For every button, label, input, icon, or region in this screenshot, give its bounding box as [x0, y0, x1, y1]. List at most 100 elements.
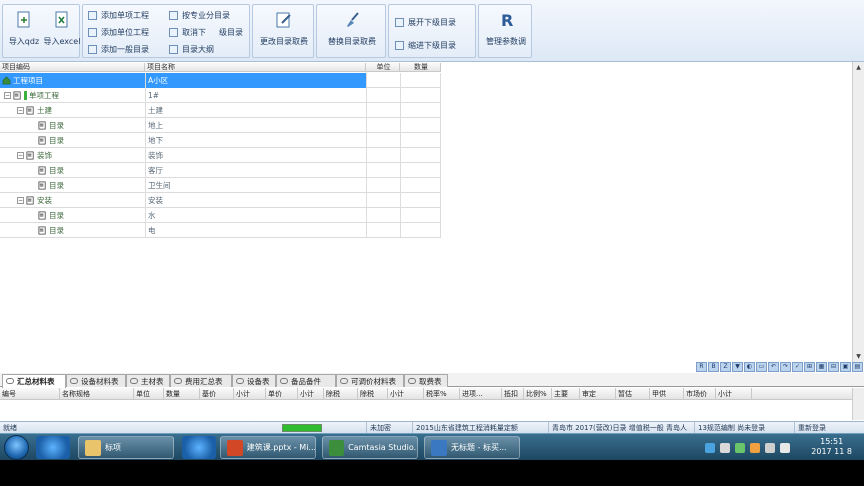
mini-tool-button[interactable]: ▦	[816, 362, 827, 372]
material-column-header[interactable]: 单价	[266, 388, 298, 400]
collapse-toggle-icon[interactable]: −	[17, 197, 24, 204]
material-column-header[interactable]: 市场价	[684, 388, 716, 400]
mini-tool-button[interactable]: ▤	[852, 362, 863, 372]
by-specialty-button[interactable]: 按专业分目录	[169, 8, 230, 22]
material-table-scrollbar[interactable]	[852, 388, 864, 420]
unit-cell[interactable]	[366, 73, 400, 88]
unit-cell[interactable]	[366, 118, 400, 133]
name-cell[interactable]: 装饰	[145, 148, 366, 163]
task-powerpoint[interactable]: 建筑课.pptx - Mi...	[220, 436, 316, 459]
tree-row[interactable]: − 单项工程 1#	[0, 88, 441, 103]
code-cell[interactable]: 目录	[0, 133, 145, 148]
material-column-header[interactable]: 进项...	[460, 388, 502, 400]
material-column-header[interactable]: 甲供	[650, 388, 684, 400]
material-column-header[interactable]: 小计	[716, 388, 752, 400]
scroll-down-icon[interactable]: ▼	[853, 351, 864, 362]
input-method-icon[interactable]	[720, 442, 730, 453]
quantity-cell[interactable]	[400, 178, 441, 193]
report-tab[interactable]: 可调价材料表	[336, 374, 404, 387]
unit-cell[interactable]	[366, 193, 400, 208]
report-tab[interactable]: 汇总材料表	[2, 374, 66, 388]
material-column-header[interactable]: 编号	[0, 388, 60, 400]
code-cell[interactable]: − 土建	[0, 103, 145, 118]
tree-row[interactable]: − 安装 安装	[0, 193, 441, 208]
quantity-cell[interactable]	[400, 223, 441, 238]
ie-icon[interactable]	[182, 436, 216, 459]
expand-sub-button[interactable]: 展开下级目录	[395, 15, 456, 29]
quantity-cell[interactable]	[400, 133, 441, 148]
unit-cell[interactable]	[366, 208, 400, 223]
mini-tool-button[interactable]: R	[696, 362, 707, 372]
material-column-header[interactable]: 暂估	[616, 388, 650, 400]
material-column-header[interactable]: 数量	[164, 388, 200, 400]
mini-tool-button[interactable]: ▭	[756, 362, 767, 372]
report-tab[interactable]: 费用汇总表	[170, 374, 232, 387]
tree-row[interactable]: 目录 地上	[0, 118, 441, 133]
mini-tool-button[interactable]: Z	[720, 362, 731, 372]
code-cell[interactable]: − 单项工程	[0, 88, 145, 103]
material-column-header[interactable]: 除税	[358, 388, 388, 400]
task-budget-app[interactable]: 无标题 - 标买...	[424, 436, 520, 459]
tree-row[interactable]: 工程项目 A小区	[0, 73, 441, 88]
code-cell[interactable]: 工程项目	[0, 73, 145, 88]
tree-row[interactable]: − 土建 土建	[0, 103, 441, 118]
quantity-cell[interactable]	[400, 193, 441, 208]
scroll-up-icon[interactable]: ▲	[853, 62, 864, 73]
unit-cell[interactable]	[366, 133, 400, 148]
material-column-header[interactable]: 小计	[234, 388, 266, 400]
material-column-header[interactable]: 除税	[324, 388, 358, 400]
tree-row[interactable]: 目录 水	[0, 208, 441, 223]
name-cell[interactable]: A小区	[145, 73, 366, 88]
mini-tool-button[interactable]: ▼	[732, 362, 743, 372]
collapse-toggle-icon[interactable]: −	[17, 152, 24, 159]
unit-cell[interactable]	[366, 223, 400, 238]
quantity-cell[interactable]	[400, 118, 441, 133]
material-column-header[interactable]: 小计	[388, 388, 424, 400]
collapse-toggle-icon[interactable]: −	[17, 107, 24, 114]
volume-icon[interactable]	[765, 442, 775, 453]
name-cell[interactable]: 1#	[145, 88, 366, 103]
material-column-header[interactable]: 基价	[200, 388, 234, 400]
network-icon[interactable]	[735, 442, 745, 453]
header-unit[interactable]: 单位	[366, 63, 400, 72]
import-excel-button[interactable]: 导入excel	[43, 5, 81, 57]
change-dir-fee-button[interactable]: 更改目录取费	[253, 5, 315, 57]
quantity-cell[interactable]	[400, 88, 441, 103]
name-cell[interactable]: 电	[145, 223, 366, 238]
report-tab[interactable]: 取费表	[404, 374, 448, 387]
task-explorer[interactable]: 标项	[78, 436, 174, 459]
header-quantity[interactable]: 数量	[400, 63, 441, 72]
tree-row[interactable]: − 装饰 装饰	[0, 148, 441, 163]
name-cell[interactable]: 地上	[145, 118, 366, 133]
material-column-header[interactable]: 抵扣	[502, 388, 524, 400]
quantity-cell[interactable]	[400, 103, 441, 118]
cancel-sub-button[interactable]: 取消下	[169, 25, 206, 39]
name-cell[interactable]: 卫生间	[145, 178, 366, 193]
code-cell[interactable]: 目录	[0, 118, 145, 133]
clock[interactable]: 15:51 2017 11 8	[811, 437, 852, 457]
code-cell[interactable]: 目录	[0, 208, 145, 223]
mini-tool-button[interactable]: ✓	[792, 362, 803, 372]
name-cell[interactable]: 土建	[145, 103, 366, 118]
mini-tool-button[interactable]: ↷	[780, 362, 791, 372]
material-column-header[interactable]: 比例%	[524, 388, 552, 400]
security-icon[interactable]	[750, 442, 760, 453]
mini-tool-button[interactable]: ▣	[840, 362, 851, 372]
dir-outline-button[interactable]: 目录大纲	[169, 42, 214, 56]
start-button[interactable]	[4, 435, 29, 460]
code-cell[interactable]: − 装饰	[0, 148, 145, 163]
report-tab[interactable]: 备品备件	[276, 374, 336, 387]
name-cell[interactable]: 安装	[145, 193, 366, 208]
report-tab[interactable]: 设备材料表	[66, 374, 126, 387]
keyboard-icon[interactable]	[705, 442, 715, 453]
import-qdz-button[interactable]: 导入qdz	[6, 5, 42, 57]
collapse-sub-button[interactable]: 缩进下级目录	[395, 38, 456, 52]
header-code[interactable]: 项目编码	[0, 63, 145, 72]
add-unit-project-button[interactable]: 添加单项工程	[88, 8, 149, 22]
tree-row[interactable]: 目录 电	[0, 223, 441, 238]
material-column-header[interactable]: 审定	[580, 388, 616, 400]
mini-tool-button[interactable]: B	[708, 362, 719, 372]
unit-cell[interactable]	[366, 178, 400, 193]
code-cell[interactable]: 目录	[0, 163, 145, 178]
material-column-header[interactable]: 名称规格	[60, 388, 134, 400]
